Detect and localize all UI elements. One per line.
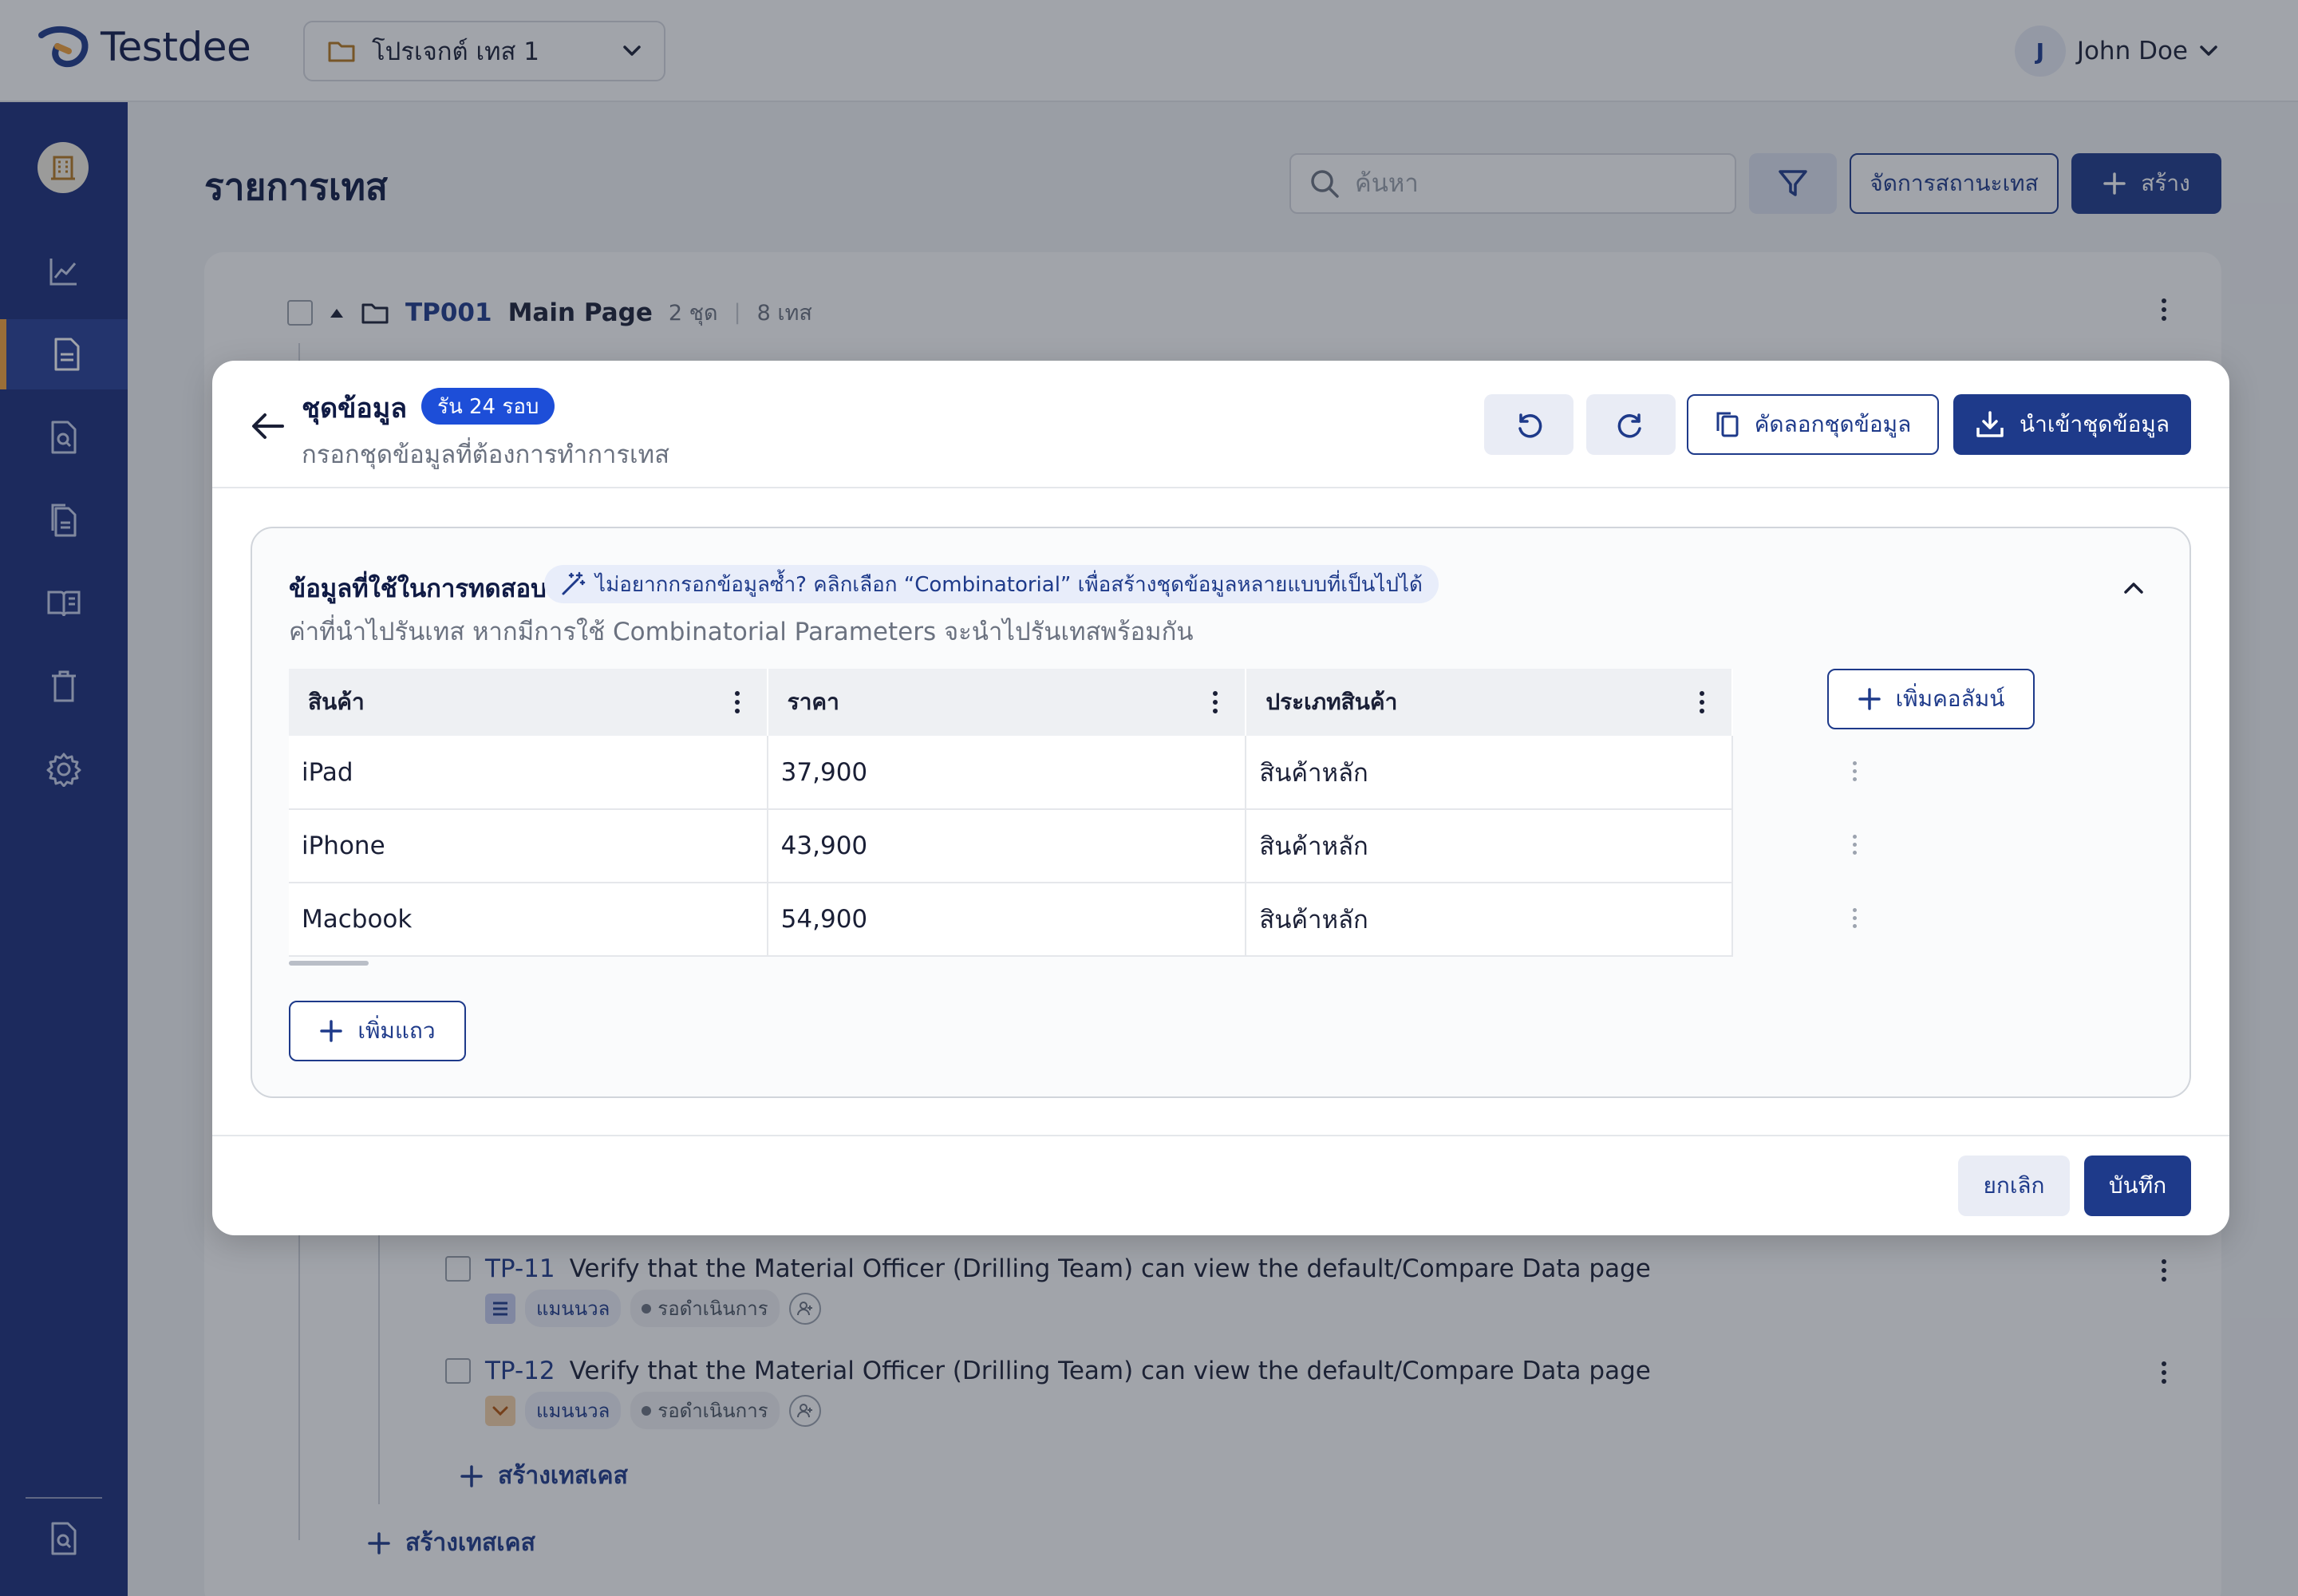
modal-header: ชุดข้อมูล รัน 24 รอบ กรอกชุดข้อมูลที่ต้อ… [212,361,2229,488]
row-menu-button[interactable] [1845,828,1864,860]
section-description: ค่าที่นำไปรันเทส หากมีการใช้ Combinatori… [289,618,1194,646]
horizontal-scrollbar[interactable] [289,961,369,966]
add-column-label: เพิ่มคอลัมน์ [1895,685,2005,712]
table-header-row: สินค้า ราคา ประเภทสินค้า [289,669,1733,736]
add-row-button[interactable]: เพิ่มแถว [289,1001,466,1061]
test-data-section: ข้อมูลที่ใช้ในการทดสอบ ไม่อยากกรอกข้อมูล… [251,527,2191,1098]
column-menu-icon[interactable] [727,691,748,713]
plus-icon [1858,688,1881,710]
test-data-table: สินค้า ราคา ประเภทสินค้า iPad 37,900 สิน… [289,669,1733,957]
dataset-modal: ชุดข้อมูล รัน 24 รอบ กรอกชุดข้อมูลที่ต้อ… [212,361,2229,1235]
modal-subtitle: กรอกชุดข้อมูลที่ต้องการทำการเทส [302,440,669,469]
table-cell[interactable]: 54,900 [767,883,1247,957]
import-dataset-label: นำเข้าชุดข้อมูล [2019,411,2170,437]
add-row-label: เพิ่มแถว [357,1017,436,1044]
table-cell[interactable]: 37,900 [767,736,1247,810]
import-dataset-button[interactable]: นำเข้าชุดข้อมูล [1953,394,2191,455]
magic-wand-icon [562,571,586,595]
column-header[interactable]: ประเภทสินค้า [1246,669,1733,736]
chevron-up-icon [2124,583,2143,594]
collapse-button[interactable] [2119,573,2148,602]
modal-footer: ยกเลิก บันทึก [212,1135,2229,1235]
cancel-button[interactable]: ยกเลิก [1958,1156,2070,1216]
row-menu-button[interactable] [1845,902,1864,934]
row-menu-button[interactable] [1845,755,1864,787]
save-button[interactable]: บันทึก [2084,1156,2191,1216]
run-count-badge: รัน 24 รอบ [421,388,555,425]
copy-icon [1716,412,1739,437]
table-cell[interactable]: สินค้าหลัก [1246,809,1733,883]
table-cell[interactable]: iPad [289,736,768,810]
undo-icon [1518,413,1542,438]
table-cell[interactable]: สินค้าหลัก [1246,736,1733,810]
table-row: iPhone 43,900 สินค้าหลัก [289,809,1733,883]
copy-dataset-button[interactable]: คัดลอกชุดข้อมูล [1687,394,1939,455]
table-row: Macbook 54,900 สินค้าหลัก [289,883,1733,957]
add-column-button[interactable]: เพิ่มคอลัมน์ [1827,669,2035,729]
undo-button[interactable] [1484,394,1573,455]
download-icon [1976,411,2004,437]
arrow-left-icon [252,413,284,439]
redo-button[interactable] [1586,394,1676,455]
column-header[interactable]: สินค้า [289,669,768,736]
back-button[interactable] [249,407,287,445]
table-row: iPad 37,900 สินค้าหลัก [289,736,1733,810]
combinatorial-hint[interactable]: ไม่อยากกรอกข้อมูลซ้ำ? คลิกเลือก “Combina… [544,565,1439,603]
column-menu-icon[interactable] [1692,691,1712,713]
plus-icon [320,1020,343,1042]
column-header[interactable]: ราคา [767,669,1247,736]
copy-dataset-label: คัดลอกชุดข้อมูล [1754,411,1912,437]
table-cell[interactable]: 43,900 [767,809,1247,883]
table-cell[interactable]: Macbook [289,883,768,957]
section-title: ข้อมูลที่ใช้ในการทดสอบ [289,575,547,603]
table-cell[interactable]: iPhone [289,809,768,883]
combinatorial-hint-text: ไม่อยากกรอกข้อมูลซ้ำ? คลิกเลือก “Combina… [595,572,1423,597]
table-cell[interactable]: สินค้าหลัก [1246,883,1733,957]
column-menu-icon[interactable] [1205,691,1226,713]
modal-title: ชุดข้อมูล [302,393,408,425]
redo-icon [1617,413,1641,438]
